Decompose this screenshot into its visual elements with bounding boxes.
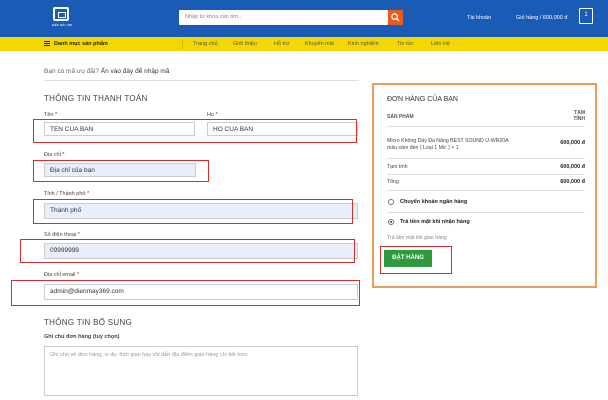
cart-link[interactable]: Giỏ hàng / 600,000 đ [516, 15, 567, 21]
logo-text: ĐIỆN MÁY 369 [51, 23, 73, 27]
divider [44, 80, 359, 81]
coupon-notice: Bạn có mã ưu đãi? Ấn vào đây để nhập mã [44, 68, 169, 75]
email-field[interactable]: admin@dienmay369.com [44, 284, 358, 300]
logo-icon [53, 7, 69, 21]
phone-label: Số điện thoại * [44, 232, 80, 238]
search-input[interactable]: Nhập từ khóa cần tìm... [179, 10, 388, 25]
table-divider [387, 174, 585, 175]
nav-item-news[interactable]: Tin tức [397, 41, 414, 47]
table-divider [387, 190, 585, 191]
cart-count-badge[interactable]: 1 [579, 8, 593, 24]
billing-title: THÔNG TIN THANH TOÁN [44, 94, 148, 103]
nav-item-home[interactable]: Trang chủ [193, 41, 218, 47]
address-label: Địa chỉ * [44, 152, 65, 158]
site-logo[interactable]: ĐIỆN MÁY 369 [49, 7, 73, 31]
coupon-prompt: Bạn có mã ưu đãi? [44, 68, 99, 75]
order-notes-field[interactable]: Ghi chú về đơn hàng, ví dụ: thời gian ha… [44, 346, 358, 396]
payment-cod-radio[interactable] [388, 219, 394, 225]
email-label: Địa chỉ email * [44, 272, 80, 278]
nav-item-promotions[interactable]: Khuyến mãi [305, 41, 334, 47]
city-label: Tỉnh / Thành phố * [44, 191, 90, 197]
order-summary-title: ĐƠN HÀNG CỦA BẠN [387, 96, 458, 103]
coupon-link[interactable]: Ấn vào đây để nhập mã [101, 68, 170, 75]
last-name-label: Họ * [207, 112, 218, 118]
phone-field[interactable]: 09999999 [44, 243, 358, 259]
payment-cod-note: Trả tiền mặt khi giao hàng [387, 235, 447, 241]
nav-item-experience[interactable]: Kinh nghiệm [348, 41, 379, 47]
city-field[interactable]: Thành phố [44, 203, 358, 219]
total-value: 600,000 đ [560, 179, 585, 185]
menu-icon [44, 41, 50, 46]
search-icon [391, 13, 400, 22]
order-item-name: Micro Không Dây Đa Năng BEST SOUND U-WR2… [387, 138, 509, 151]
order-notes-label: Ghi chú đơn hàng (tuỳ chọn) [44, 334, 120, 340]
product-column-header: SẢN PHẨM [387, 114, 414, 120]
subtotal-column-header-line2: TÍNH [573, 116, 585, 122]
place-order-button[interactable]: ĐẶT HÀNG [384, 250, 432, 267]
first-name-field[interactable]: TEN CUA BAN [44, 122, 195, 136]
nav-item-about[interactable]: Giới thiệu [233, 41, 257, 47]
table-divider [387, 158, 585, 159]
total-label: Tổng [387, 179, 399, 185]
account-link[interactable]: Tài khoản [467, 15, 491, 21]
category-menu-label: Danh mục sản phẩm [54, 41, 108, 47]
last-name-field[interactable]: HO CUA BAN [207, 122, 358, 136]
additional-info-title: THÔNG TIN BỔ SUNG [44, 318, 133, 327]
subtotal-label: Tạm tính [387, 164, 408, 170]
table-divider [387, 212, 585, 213]
order-item-price: 600,000 đ [560, 140, 585, 146]
table-divider [387, 126, 585, 127]
search-button[interactable] [388, 10, 403, 25]
search-placeholder: Nhập từ khóa cần tìm... [185, 14, 243, 20]
nav-item-contact[interactable]: Liên Hệ [431, 41, 450, 47]
payment-bank-radio[interactable] [388, 199, 394, 205]
first-name-label: Tên * [44, 112, 58, 118]
payment-cod-label[interactable]: Trả tiền mặt khi nhận hàng [400, 219, 470, 225]
nav-divider [182, 39, 183, 49]
subtotal-value: 600,000 đ [560, 164, 585, 170]
category-menu-button[interactable]: Danh mục sản phẩm [44, 40, 108, 47]
nav-item-support[interactable]: Hỗ trợ [274, 41, 290, 47]
payment-bank-label[interactable]: Chuyển khoản ngân hàng [400, 199, 467, 205]
address-field[interactable]: Địa chỉ của bạn [44, 163, 196, 177]
